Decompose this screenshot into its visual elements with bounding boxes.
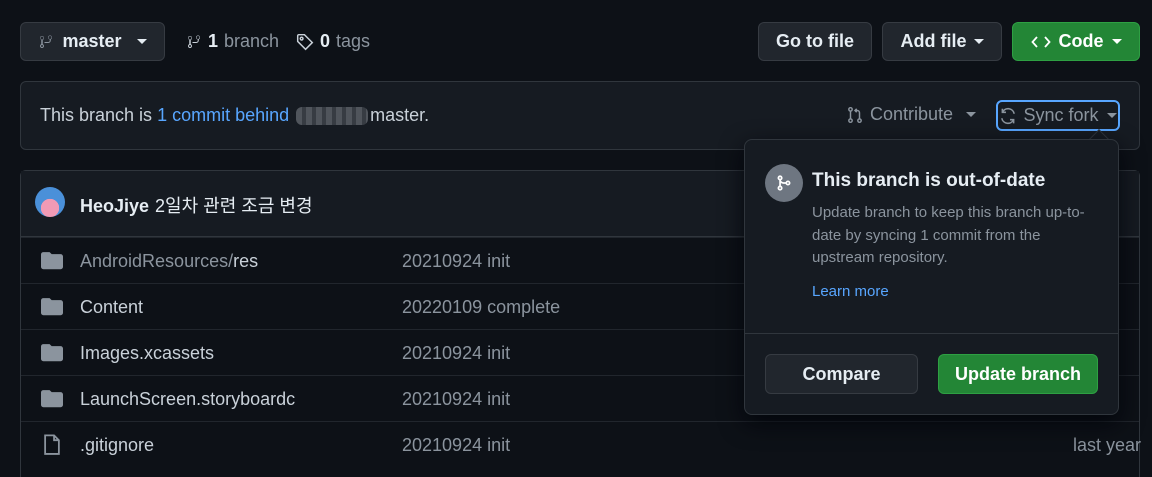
avatar[interactable] <box>35 187 65 217</box>
code-button[interactable]: Code <box>1012 22 1140 61</box>
branches-label: branch <box>224 31 280 51</box>
sync-fork-label: Sync fork <box>1023 105 1099 125</box>
go-to-file-button[interactable]: Go to file <box>758 22 872 61</box>
update-branch-button[interactable]: Update branch <box>938 354 1098 394</box>
file-name-text: Content <box>80 297 144 317</box>
tag-icon <box>296 33 314 50</box>
file-name[interactable]: AndroidResources/res <box>80 251 258 272</box>
code-label: Code <box>1058 31 1104 51</box>
git-branch-icon <box>40 34 53 48</box>
tags-count: 0 <box>320 31 331 51</box>
branches-count: 1 <box>208 31 219 51</box>
file-name-text: .gitignore <box>80 435 155 455</box>
file-commit-message[interactable]: 20210924 init <box>402 251 510 272</box>
sync-fork-button[interactable]: Sync fork <box>996 100 1120 131</box>
file-name-text: LaunchScreen.storyboardc <box>80 389 296 409</box>
popover-title: This branch is out-of-date <box>812 170 1046 191</box>
chevron-down-icon <box>973 39 984 44</box>
sync-icon <box>1001 107 1016 124</box>
file-commit-message[interactable]: 20210924 init <box>402 435 510 456</box>
chevron-down-icon <box>1111 39 1122 44</box>
code-icon <box>1030 35 1051 48</box>
divider <box>745 333 1118 334</box>
git-branch-icon <box>188 34 200 48</box>
branch-status-prefix: This branch is <box>40 105 153 125</box>
add-file-label: Add file <box>900 31 967 51</box>
folder-icon <box>41 344 63 362</box>
pull-request-icon <box>848 106 862 123</box>
file-name-text: res <box>233 251 259 271</box>
file-icon <box>44 434 60 455</box>
compare-label: Compare <box>802 363 881 384</box>
latest-commit-message: HeoJiye 2일차 관련 조금 변경 <box>80 192 313 218</box>
commits-behind-link[interactable]: 1 commit behind <box>157 105 289 126</box>
file-name[interactable]: Images.xcassets <box>80 343 214 364</box>
chevron-down-icon <box>966 112 977 117</box>
chevron-down-icon <box>1106 113 1117 118</box>
popover-description: Update branch to keep this branch up-to-… <box>812 204 1085 266</box>
commit-author[interactable]: HeoJiye <box>80 196 149 216</box>
branch-status-text: This branch is 1 commit behind master. <box>40 105 429 126</box>
table-row[interactable]: .gitignore 20210924 init last year <box>21 421 1141 467</box>
folder-icon <box>41 390 63 408</box>
folder-icon <box>41 252 63 270</box>
file-commit-message[interactable]: 20210924 init <box>402 389 510 410</box>
contribute-button[interactable]: Contribute <box>846 104 977 125</box>
add-file-button[interactable]: Add file <box>882 22 1002 61</box>
go-to-file-label: Go to file <box>776 31 854 51</box>
file-path-prefix: AndroidResources/ <box>80 251 234 271</box>
learn-more-link[interactable]: Learn more <box>812 283 889 300</box>
branch-status-suffix: master. <box>370 105 430 125</box>
file-name-text: Images.xcassets <box>80 343 215 363</box>
tags-label: tags <box>336 31 371 51</box>
commit-message-text[interactable]: 2일차 관련 조금 변경 <box>155 196 313 216</box>
update-branch-label: Update branch <box>954 363 1082 384</box>
file-age: last year <box>1072 435 1141 455</box>
compare-button[interactable]: Compare <box>765 354 918 394</box>
branches-link[interactable]: 1 branch <box>186 31 279 52</box>
git-branch-icon <box>765 164 803 202</box>
file-name[interactable]: LaunchScreen.storyboardc <box>80 389 295 410</box>
redacted-upstream-owner <box>296 106 369 125</box>
file-name[interactable]: Content <box>80 297 143 318</box>
chevron-down-icon <box>136 39 147 44</box>
tags-link[interactable]: 0 tags <box>296 31 370 52</box>
file-name[interactable]: .gitignore <box>80 435 154 456</box>
folder-icon <box>41 298 63 316</box>
file-commit-message[interactable]: 20220109 complete <box>402 297 560 318</box>
contribute-label: Contribute <box>870 104 954 124</box>
branch-name: master <box>62 31 122 51</box>
file-commit-message[interactable]: 20210924 init <box>402 343 510 364</box>
branch-selector-button[interactable]: master <box>20 22 165 61</box>
